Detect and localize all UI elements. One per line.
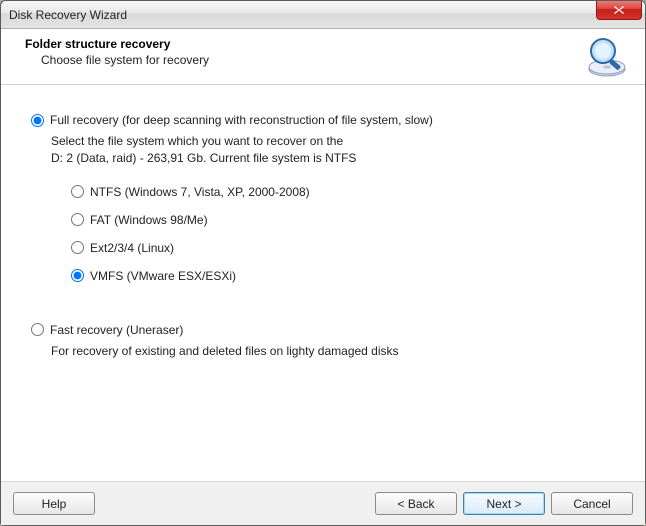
back-button[interactable]: < Back [375, 492, 457, 515]
fs-option-vmfs[interactable]: VMFS (VMware ESX/ESXi) [71, 269, 615, 283]
header-subtitle: Choose file system for recovery [41, 53, 209, 67]
content-area: Full recovery (for deep scanning with re… [1, 85, 645, 481]
titlebar: Disk Recovery Wizard [1, 1, 645, 29]
magnifier-disk-icon [585, 35, 629, 79]
fs-option-fat[interactable]: FAT (Windows 98/Me) [71, 213, 615, 227]
full-recovery-label: Full recovery (for deep scanning with re… [50, 113, 433, 127]
fs-radio-fat[interactable] [71, 213, 84, 226]
fs-label-ext: Ext2/3/4 (Linux) [90, 241, 174, 255]
fs-radio-ext[interactable] [71, 241, 84, 254]
footer-bar: Help < Back Next > Cancel [1, 481, 645, 525]
help-button[interactable]: Help [13, 492, 95, 515]
fs-radio-ntfs[interactable] [71, 185, 84, 198]
full-recovery-info-line1: Select the file system which you want to… [51, 133, 615, 150]
full-recovery-info-line2: D: 2 (Data, raid) - 263,91 Gb. Current f… [51, 150, 615, 167]
close-icon [613, 5, 625, 15]
full-recovery-radio[interactable] [31, 114, 44, 127]
header-text: Folder structure recovery Choose file sy… [25, 37, 209, 67]
next-button[interactable]: Next > [463, 492, 545, 515]
fs-option-ext[interactable]: Ext2/3/4 (Linux) [71, 241, 615, 255]
fs-label-fat: FAT (Windows 98/Me) [90, 213, 208, 227]
fast-recovery-option[interactable]: Fast recovery (Uneraser) [31, 323, 615, 337]
full-recovery-option[interactable]: Full recovery (for deep scanning with re… [31, 113, 615, 127]
wizard-window: Disk Recovery Wizard Folder structure re… [0, 0, 646, 526]
fast-recovery-block: Fast recovery (Uneraser) For recovery of… [31, 323, 615, 360]
header-panel: Folder structure recovery Choose file sy… [1, 29, 645, 85]
close-button[interactable] [596, 1, 642, 20]
fast-recovery-radio[interactable] [31, 323, 44, 336]
fs-radio-vmfs[interactable] [71, 269, 84, 282]
fast-recovery-info: For recovery of existing and deleted fil… [51, 343, 615, 360]
cancel-button[interactable]: Cancel [551, 492, 633, 515]
fs-option-ntfs[interactable]: NTFS (Windows 7, Vista, XP, 2000-2008) [71, 185, 615, 199]
filesystem-options: NTFS (Windows 7, Vista, XP, 2000-2008) F… [71, 185, 615, 283]
window-title: Disk Recovery Wizard [9, 8, 127, 22]
header-title: Folder structure recovery [25, 37, 209, 51]
full-recovery-info: Select the file system which you want to… [51, 133, 615, 167]
fs-label-vmfs: VMFS (VMware ESX/ESXi) [90, 269, 236, 283]
fs-label-ntfs: NTFS (Windows 7, Vista, XP, 2000-2008) [90, 185, 310, 199]
fast-recovery-label: Fast recovery (Uneraser) [50, 323, 183, 337]
